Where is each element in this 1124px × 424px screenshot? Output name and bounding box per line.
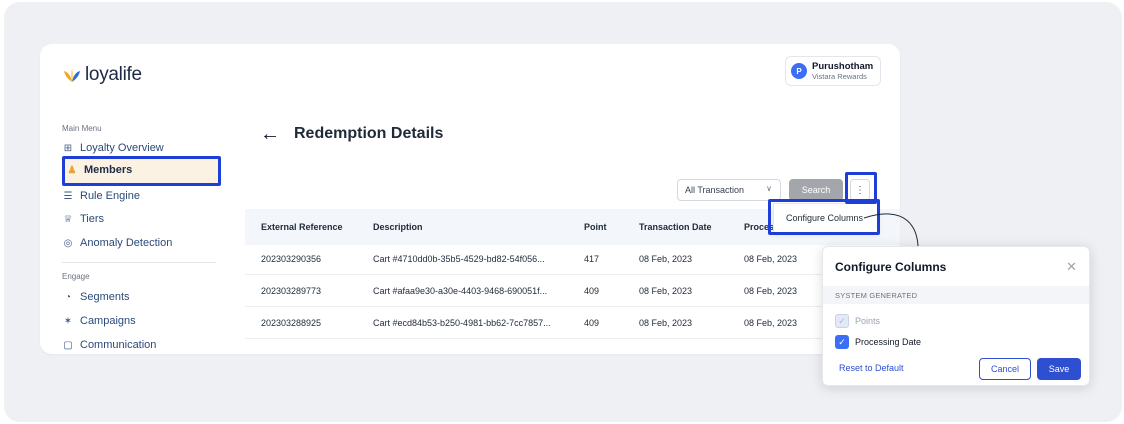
table-cell: 202303289773 — [261, 286, 322, 296]
sidebar-item-campaigns[interactable]: ✶ Campaigns — [62, 313, 136, 329]
table-cell: Cart #ecd84b53-b250-4981-bb62-7cc7857... — [373, 318, 551, 328]
sidebar-item-rule-engine[interactable]: ☰ Rule Engine — [62, 188, 140, 204]
sidebar-item-label: Segments — [80, 291, 130, 303]
column-header[interactable]: Point — [584, 222, 607, 232]
sidebar-item-label: Members — [84, 164, 133, 176]
sidebar-item-loyalty-overview[interactable]: ⊞ Loyalty Overview — [62, 140, 164, 156]
sidebar-item-label: Rule Engine — [80, 190, 140, 202]
row-divider — [245, 306, 900, 307]
table-cell: 08 Feb, 2023 — [639, 286, 693, 296]
column-header[interactable]: Transaction Date — [639, 222, 712, 232]
table-cell: 417 — [584, 254, 600, 264]
user-org: Vistara Rewards — [812, 71, 867, 81]
segments-icon: ◔ — [64, 291, 72, 303]
configure-columns-panel: Configure Columns ✕ SYSTEM GENERATED ✓ P… — [822, 246, 1090, 386]
column-option-processing-date[interactable]: ✓ Processing Date — [835, 335, 921, 349]
sidebar-item-label: Loyalty Overview — [80, 142, 164, 154]
page-title: Redemption Details — [294, 125, 444, 142]
search-button[interactable]: Search — [789, 179, 843, 201]
section-header: SYSTEM GENERATED — [823, 286, 1089, 304]
close-icon[interactable]: ✕ — [1066, 259, 1077, 275]
option-label: Points — [855, 316, 881, 326]
table-cell: 08 Feb, 2023 — [639, 254, 693, 264]
table-cell: 202303288925 — [261, 318, 322, 328]
engage-label: Engage — [62, 272, 90, 281]
table-cell: 202303290356 — [261, 254, 322, 264]
reset-to-default-link[interactable]: Reset to Default — [839, 363, 904, 373]
sidebar-item-label: Communication — [80, 339, 157, 351]
chevron-down-icon: ∨ — [766, 184, 772, 193]
column-option-points[interactable]: ✓ Points — [835, 314, 880, 328]
grid-icon: ⊞ — [63, 142, 73, 154]
chat-icon: ▢ — [63, 339, 73, 351]
brand-logo[interactable]: loyalife — [62, 64, 142, 86]
table-cell: 08 Feb, 2023 — [744, 254, 798, 264]
award-icon: ♕ — [63, 213, 73, 225]
sidebar-item-label: Anomaly Detection — [80, 237, 173, 249]
column-header[interactable]: Description — [373, 222, 423, 232]
checkbox-disabled-icon: ✓ — [835, 314, 849, 328]
campaign-icon: ✶ — [63, 315, 73, 327]
table-cell: 08 Feb, 2023 — [744, 318, 798, 328]
select-value: All Transaction — [685, 185, 745, 195]
row-divider — [245, 338, 900, 339]
avatar: P — [791, 63, 807, 79]
user-name: Purushotham — [812, 60, 874, 72]
brand-name: loyalife — [85, 64, 142, 85]
menu-item-label: Configure Columns — [786, 213, 864, 223]
option-label: Processing Date — [855, 337, 922, 347]
cancel-button[interactable]: Cancel — [979, 358, 1031, 380]
row-divider — [245, 274, 900, 275]
sidebar-item-members[interactable]: ♟ Members — [64, 157, 220, 183]
panel-title: Configure Columns — [835, 260, 947, 274]
save-button[interactable]: Save — [1037, 358, 1081, 380]
checkbox-checked-icon: ✓ — [835, 335, 849, 349]
table-cell: 409 — [584, 318, 600, 328]
table-cell: Cart #4710dd0b-35b5-4529-bd82-54f056... — [373, 254, 545, 264]
leaf-logo-icon — [64, 68, 80, 82]
user-profile-button[interactable]: P Purushotham Vistara Rewards — [785, 56, 881, 86]
sidebar-item-communication[interactable]: ▢ Communication — [62, 337, 156, 353]
rules-icon: ☰ — [63, 190, 73, 202]
sidebar-divider — [62, 262, 216, 263]
table-cell: 08 Feb, 2023 — [744, 286, 798, 296]
radar-icon: ◎ — [63, 237, 73, 249]
page-header: ← Redemption Details — [260, 124, 443, 144]
sidebar-item-label: Tiers — [80, 213, 105, 225]
sidebar-item-anomaly-detection[interactable]: ◎ Anomaly Detection — [62, 235, 173, 251]
column-header[interactable]: External Reference — [261, 222, 343, 232]
table-cell: 08 Feb, 2023 — [639, 318, 693, 328]
kebab-icon[interactable]: ⋮ — [850, 179, 870, 201]
sidebar-item-label: Campaigns — [80, 315, 136, 327]
back-arrow-icon[interactable]: ← — [260, 124, 280, 144]
app-window: loyalife P Purushotham Vistara Rewards M… — [40, 44, 900, 354]
table-cell: Cart #afaa9e30-a30e-4403-9468-690051f... — [373, 286, 548, 296]
users-icon: ♟ — [67, 164, 77, 176]
sidebar-item-segments[interactable]: ◔ Segments — [62, 289, 130, 305]
configure-columns-menu-item[interactable]: Configure Columns — [773, 203, 878, 233]
sidebar-item-tiers[interactable]: ♕ Tiers — [62, 211, 105, 227]
transaction-filter-select[interactable]: All Transaction ∨ — [677, 179, 781, 201]
main-menu-label: Main Menu — [62, 124, 102, 133]
table-cell: 409 — [584, 286, 600, 296]
